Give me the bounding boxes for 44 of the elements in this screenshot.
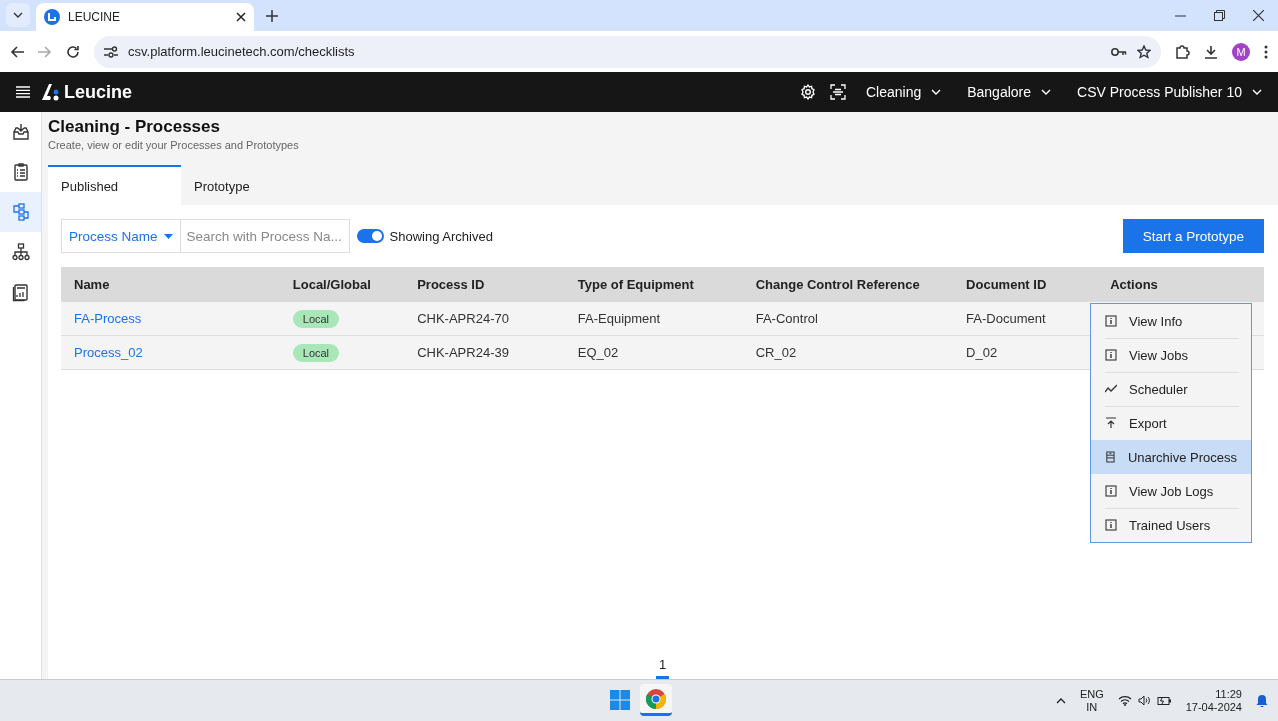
table-cell: FA-Equipment	[564, 302, 743, 336]
tab[interactable]: Prototype	[181, 165, 314, 205]
header-dropdown[interactable]: CSV Process Publisher 10	[1071, 84, 1268, 100]
start-prototype-button[interactable]: Start a Prototype	[1122, 219, 1264, 253]
menu-item[interactable]: Scheduler	[1091, 372, 1251, 406]
url-text: csv.platform.leucinetech.com/checklists	[128, 44, 356, 59]
region-text[interactable]: IN	[1086, 700, 1098, 714]
scope-badge: Local	[292, 309, 340, 328]
table-cell: CHK-APR24-70	[404, 302, 565, 336]
clock-date[interactable]: 17-04-2024	[1185, 700, 1242, 714]
table-cell: CR_02	[742, 335, 954, 370]
profile-avatar[interactable]: M	[1232, 42, 1250, 61]
scope-badge: Local	[292, 343, 340, 362]
process-link[interactable]: FA-Process	[74, 311, 142, 326]
table-cell: FA-Control	[742, 302, 954, 336]
column-header: Change Control Reference	[742, 267, 954, 302]
header-dropdown[interactable]: Cleaning	[859, 84, 948, 100]
tab[interactable]: Published	[48, 165, 181, 205]
table-cell: EQ_02	[564, 335, 743, 370]
column-header: Process ID	[404, 267, 565, 302]
tab-title: LEUCINE	[68, 10, 121, 24]
menu-item[interactable]: Export	[1091, 406, 1251, 440]
filter-dropdown[interactable]: Process Name	[61, 219, 181, 253]
process-link[interactable]: Process_02	[74, 345, 143, 360]
menu-item[interactable]: Trained Users	[1091, 508, 1251, 542]
brand-name: Leucine	[64, 81, 133, 103]
column-header: Document ID	[953, 267, 1098, 302]
table-cell: CHK-APR24-39	[404, 335, 565, 370]
column-header: Type of Equipment	[564, 267, 743, 302]
clock-time[interactable]: 11:29	[1215, 687, 1242, 701]
page-title: Cleaning - Processes	[48, 117, 221, 137]
table-cell: FA-Document	[953, 302, 1098, 336]
language-text[interactable]: ENG	[1079, 687, 1104, 701]
page-subtitle: Create, view or edit your Processes and Prototypes	[48, 139, 300, 151]
column-header: Actions	[1097, 267, 1264, 302]
column-header: Name	[61, 267, 280, 302]
search-field[interactable]: Search with Process Na...	[180, 219, 350, 253]
address-bar[interactable]: csv.platform.leucinetech.com/checklists	[94, 35, 1161, 68]
column-header: Local/Global	[279, 267, 405, 302]
header-dropdown[interactable]: Bangalore	[961, 84, 1058, 100]
toggle-label: Showing Archived	[389, 228, 493, 244]
menu-item[interactable]: View Job Logs	[1091, 474, 1251, 508]
menu-item[interactable]: Unarchive Process	[1091, 440, 1251, 474]
browser-tab[interactable]: LEUCINE	[36, 3, 254, 31]
